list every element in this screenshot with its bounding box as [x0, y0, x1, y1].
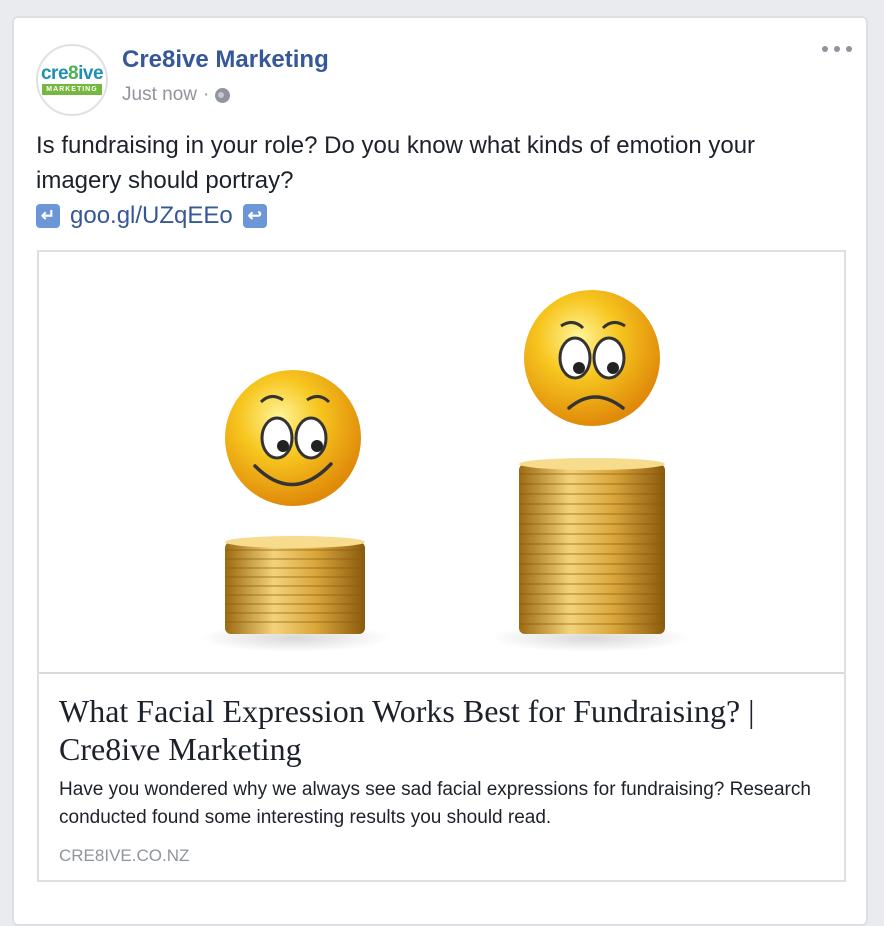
- preview-headline[interactable]: What Facial Expression Works Best for Fu…: [59, 692, 829, 768]
- more-options-button[interactable]: [822, 40, 852, 58]
- post-meta: Just now ·: [122, 84, 231, 106]
- globe-icon[interactable]: [215, 87, 231, 103]
- avatar-logo-sub: MARKETING: [42, 84, 102, 95]
- page-avatar[interactable]: cre8ive MARKETING: [36, 44, 108, 116]
- meta-separator: ·: [202, 84, 210, 105]
- short-coin-stack: [225, 536, 365, 634]
- happy-emoji-icon: [225, 370, 361, 506]
- sad-emoji-icon: [524, 290, 660, 426]
- left-curved-arrow-icon: ↵: [36, 203, 60, 228]
- preview-image[interactable]: [39, 252, 844, 674]
- post-message: Is fundraising in your role? Do you know…: [36, 132, 756, 194]
- ellipsis-icon: [822, 46, 828, 52]
- post-link-row: ↵ goo.gl/UZqEEo ↩: [36, 198, 836, 233]
- avatar-logo-word: cre8ive: [40, 63, 104, 84]
- preview-domain: CRE8IVE.CO.NZ: [59, 846, 190, 865]
- post-card: cre8ive MARKETING Cre8ive Marketing Just…: [12, 16, 868, 926]
- short-link[interactable]: goo.gl/UZqEEo: [70, 198, 233, 233]
- post-text: Is fundraising in your role? Do you know…: [36, 128, 836, 233]
- tall-coin-stack: [519, 458, 665, 634]
- preview-description: Have you wondered why we always see sad …: [59, 779, 811, 828]
- return-arrow-icon: ↩: [242, 203, 267, 228]
- link-preview[interactable]: What Facial Expression Works Best for Fu…: [37, 250, 846, 882]
- page-name-link[interactable]: Cre8ive Marketing: [122, 46, 329, 74]
- emoji-coins-illustration: [200, 290, 691, 652]
- post-timestamp[interactable]: Just now: [122, 84, 197, 106]
